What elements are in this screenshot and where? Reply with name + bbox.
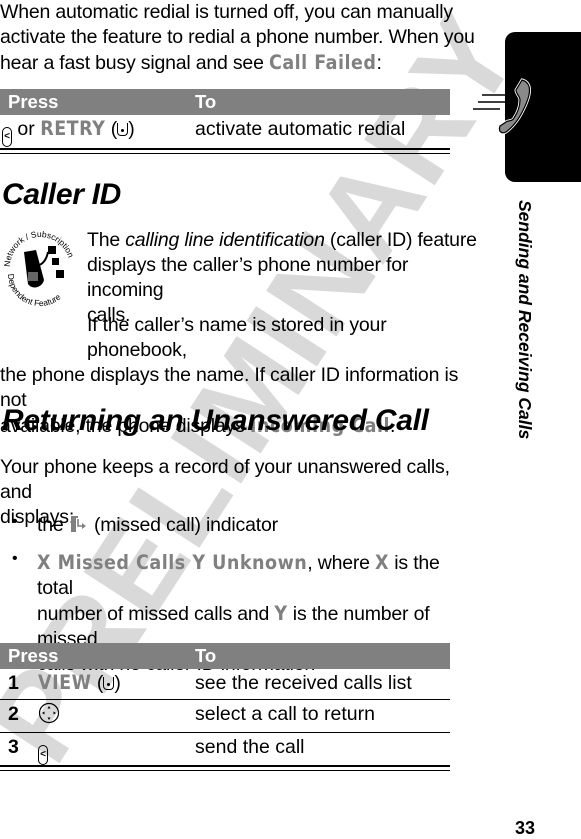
page-number: 33 — [515, 818, 536, 838]
bullet-text: the (missed call) indicator — [37, 513, 480, 538]
right-softkey-icon — [117, 123, 129, 136]
text: , where — [307, 552, 376, 574]
nav-key-icon — [38, 702, 60, 724]
returning-call-heading: Returning an Unanswered Call — [2, 404, 429, 437]
text: : — [376, 52, 382, 74]
press-cell: 3 < — [2, 733, 48, 765]
text: hear a fast busy signal and see — [0, 52, 269, 74]
text: the — [37, 514, 69, 536]
caller-id-heading: Caller ID — [2, 178, 122, 211]
header-to: To — [195, 645, 217, 666]
send-key-icon: < — [2, 127, 12, 147]
redial-table: Press To < or RETRY () activate automati… — [0, 89, 450, 154]
section-sidebar-title: Sending and Receiving Calls — [513, 200, 537, 460]
term-calling-line-identification: calling line identification — [125, 229, 325, 251]
or-text: or — [17, 118, 35, 140]
return-call-table: Press To 1 VIEW () see the received calls… — [0, 643, 450, 771]
intro-line: When automatic redial is turned off, you… — [0, 1, 453, 23]
intro-paragraph: When automatic redial is turned off, you… — [0, 0, 480, 76]
variable-x: X — [375, 551, 390, 574]
paragraph-line: The calling line identification (caller … — [87, 228, 487, 253]
intro-line: activate the feature to redial a phone n… — [0, 26, 475, 48]
to-cell: see the received calls list — [195, 672, 412, 694]
text: The — [87, 229, 126, 251]
table-header: Press To — [0, 89, 450, 115]
step-number: 1 — [8, 672, 19, 694]
paragraph-line: displays the caller’s phone number for i… — [87, 254, 409, 301]
text: (caller ID) feature — [324, 229, 477, 251]
table-row: 2 select a call to return — [0, 700, 450, 733]
step-number: 3 — [8, 736, 19, 758]
right-softkey-icon — [103, 677, 115, 690]
press-cell: < or RETRY () — [2, 115, 135, 147]
to-cell: send the call — [195, 736, 305, 758]
to-cell: activate automatic redial — [195, 118, 406, 140]
table-row: 1 VIEW () see the received calls list — [0, 669, 450, 700]
table-row: < or RETRY () activate automatic redial — [0, 115, 450, 148]
bullet-text: X Missed Calls Y Unknown, where X is the… — [37, 550, 480, 601]
sidebar-section-title: Sending and Receiving Calls — [515, 200, 535, 440]
table-row: 3 < send the call — [0, 733, 450, 765]
text: (missed call) indicator — [88, 514, 278, 536]
paragraph-line: If the caller’s name is stored in your p… — [87, 314, 387, 361]
missed-call-icon — [70, 516, 86, 532]
table-end-rule — [0, 765, 450, 771]
text: number of missed calls and — [37, 603, 275, 625]
network-subscription-feature-icon: Network / Subscription Dependent Feature — [2, 229, 76, 308]
press-cell: 2 — [2, 700, 60, 728]
header-to: To — [195, 91, 217, 112]
header-press: Press — [8, 91, 59, 112]
header-press: Press — [8, 645, 59, 666]
table-end-rule — [0, 148, 450, 154]
retry-softkey-label: RETRY — [40, 117, 106, 140]
bullet-dot: • — [12, 550, 18, 567]
bullet-dot: • — [12, 513, 18, 530]
press-cell: 1 VIEW () — [2, 669, 121, 697]
send-key-icon: < — [38, 745, 48, 765]
list-item: • the (missed call) indicator — [0, 513, 480, 538]
phone-handset-icon — [473, 78, 531, 135]
display-text-missed-calls: X Missed Calls Y Unknown — [37, 551, 308, 574]
variable-y: Y — [274, 602, 288, 625]
step-number: 2 — [8, 703, 19, 725]
to-cell: select a call to return — [195, 703, 375, 725]
display-text-call-failed: Call Failed — [268, 51, 377, 74]
table-header: Press To — [0, 643, 450, 669]
intro-line: hear a fast busy signal and see Call Fai… — [0, 50, 480, 76]
view-softkey-label: VIEW — [38, 671, 92, 694]
paragraph-line: Your phone keeps a record of your unansw… — [0, 456, 450, 503]
